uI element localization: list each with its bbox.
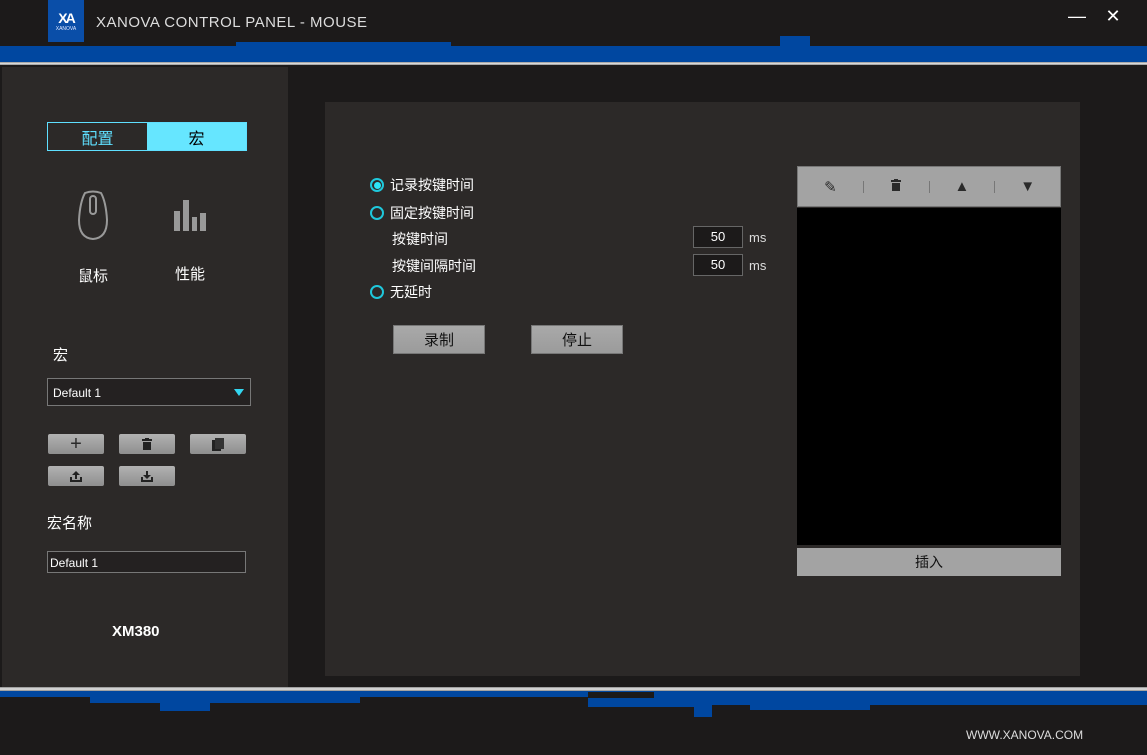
header-divider	[0, 62, 1147, 65]
radio-fixed-time[interactable]: 固定按键时间	[370, 203, 474, 223]
nav-mouse[interactable]: 鼠标	[58, 190, 128, 286]
macro-label: 宏	[53, 347, 69, 364]
radio-icon	[370, 206, 384, 220]
export-macro-button[interactable]	[48, 466, 104, 486]
radio-label: 记录按键时间	[390, 177, 474, 193]
move-up-button[interactable]: ▲	[930, 178, 995, 195]
nav-mouse-label: 鼠标	[77, 268, 108, 285]
chevron-down-icon	[234, 389, 244, 396]
close-button[interactable]: ✕	[1100, 6, 1126, 30]
copy-macro-button[interactable]	[190, 434, 246, 454]
macro-list-toolbar: ✎ ▲ ▼	[797, 166, 1061, 207]
tab-macro[interactable]: 宏	[147, 123, 246, 150]
footer-stripe-step	[160, 703, 210, 711]
radio-record-time[interactable]: 记录按键时间	[370, 175, 474, 195]
radio-icon	[370, 285, 384, 299]
upload-icon	[70, 470, 82, 482]
radio-label: 无延时	[390, 284, 432, 300]
footer-stripe-step	[694, 697, 1147, 705]
triangle-down-icon: ▼	[1020, 178, 1036, 195]
move-down-button[interactable]: ▼	[995, 178, 1060, 195]
delete-step-button[interactable]	[864, 178, 929, 195]
radio-label: 固定按键时间	[390, 205, 474, 221]
trash-icon	[142, 438, 152, 450]
radio-selected-icon	[370, 178, 384, 192]
copy-icon	[212, 437, 224, 451]
import-macro-button[interactable]	[119, 466, 175, 486]
add-macro-button[interactable]: +	[48, 432, 104, 455]
interval-input[interactable]: 50	[693, 254, 743, 276]
key-time-unit: ms	[749, 230, 767, 245]
footer-stripe-step	[588, 697, 694, 707]
key-time-label: 按键时间	[392, 231, 448, 247]
delete-macro-button[interactable]	[119, 434, 175, 454]
footer-stripe-step	[750, 705, 870, 710]
xanova-logo: XA XANOVA	[48, 0, 84, 42]
header-stripe-step	[236, 42, 451, 48]
sidebar	[2, 67, 288, 687]
interval-label: 按键间隔时间	[392, 258, 476, 274]
macro-select-value: Default 1	[53, 386, 102, 400]
macro-name-input[interactable]: Default 1	[47, 551, 246, 573]
footer-stripe-step	[90, 697, 360, 703]
macro-steps-list[interactable]	[797, 208, 1061, 545]
pencil-icon: ✎	[824, 178, 837, 196]
header-stripe	[0, 46, 1147, 62]
window-title: XANOVA CONTROL PANEL - MOUSE	[96, 14, 368, 31]
header-stripe-step	[780, 36, 810, 48]
insert-button[interactable]: 插入	[797, 548, 1061, 576]
edit-button[interactable]: ✎	[798, 178, 863, 196]
macro-name-label: 宏名称	[47, 515, 93, 532]
device-model: XM380	[112, 623, 160, 640]
radio-no-delay[interactable]: 无延时	[370, 282, 432, 302]
minimize-button[interactable]: —	[1064, 6, 1090, 30]
nav-performance[interactable]: 性能	[155, 200, 225, 284]
mouse-icon	[77, 190, 109, 241]
key-time-input[interactable]: 50	[693, 226, 743, 248]
trash-icon	[891, 179, 902, 191]
triangle-up-icon: ▲	[954, 178, 970, 195]
website-link[interactable]: WWW.XANOVA.COM	[966, 728, 1083, 742]
bar-chart-icon	[174, 200, 206, 231]
stop-button[interactable]: 停止	[531, 325, 623, 354]
footer-stripe-step	[694, 705, 712, 717]
macro-select[interactable]: Default 1	[47, 378, 251, 406]
plus-icon: +	[70, 432, 82, 455]
download-icon	[141, 470, 153, 482]
footer-stripe-gap	[588, 692, 654, 698]
logo-text: XANOVA	[55, 26, 77, 32]
sidebar-tabs: 配置 宏	[47, 122, 247, 151]
record-button[interactable]: 录制	[393, 325, 485, 354]
tab-config[interactable]: 配置	[48, 123, 147, 150]
interval-unit: ms	[749, 258, 767, 273]
nav-performance-label: 性能	[174, 266, 205, 283]
